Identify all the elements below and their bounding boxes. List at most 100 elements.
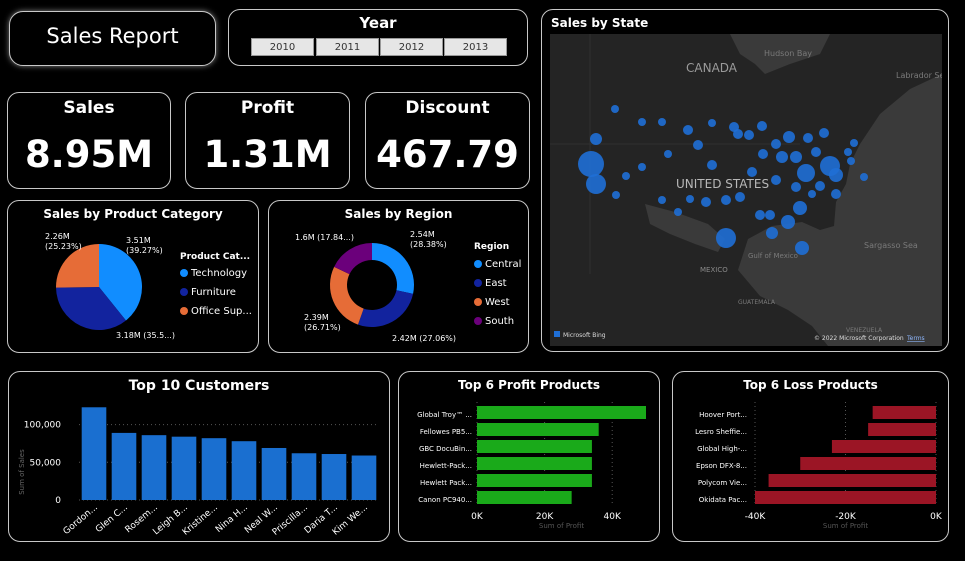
product-bar[interactable] bbox=[477, 423, 599, 436]
state-bubble[interactable] bbox=[721, 195, 731, 205]
state-bubble[interactable] bbox=[847, 157, 855, 165]
product-bar[interactable] bbox=[872, 406, 936, 419]
customer-bar[interactable] bbox=[231, 441, 257, 500]
legend-west[interactable]: West bbox=[474, 297, 510, 308]
state-bubble[interactable] bbox=[744, 130, 754, 140]
state-bubble[interactable] bbox=[811, 147, 821, 157]
product-bar[interactable] bbox=[768, 474, 936, 487]
loss-products-title: Top 6 Loss Products bbox=[743, 378, 878, 392]
product-bar[interactable] bbox=[477, 457, 592, 470]
state-bubble[interactable] bbox=[707, 160, 717, 170]
state-bubble[interactable] bbox=[674, 208, 682, 216]
state-bubble[interactable] bbox=[781, 215, 795, 229]
state-bubble[interactable] bbox=[638, 118, 646, 126]
state-bubble[interactable] bbox=[815, 181, 825, 191]
donut-slice-1[interactable] bbox=[357, 290, 414, 327]
state-bubble[interactable] bbox=[808, 190, 816, 198]
state-bubble[interactable] bbox=[793, 201, 807, 215]
legend-south[interactable]: South bbox=[474, 316, 514, 327]
customer-bar[interactable] bbox=[201, 438, 227, 500]
x-tick-label: 40K bbox=[604, 512, 622, 522]
legend-central[interactable]: Central bbox=[474, 259, 521, 270]
profit-products-chart[interactable]: 0K 20K 40K Global Troy™ ... Fellowes PB5... G… bbox=[399, 394, 659, 540]
state-bubble[interactable] bbox=[795, 241, 809, 255]
state-bubble[interactable] bbox=[771, 139, 781, 149]
state-bubble[interactable] bbox=[765, 210, 775, 220]
legend-east[interactable]: East bbox=[474, 278, 507, 289]
product-bar[interactable] bbox=[831, 440, 936, 453]
state-bubble[interactable] bbox=[803, 133, 813, 143]
legend-office[interactable]: Office Sup... bbox=[180, 306, 252, 317]
state-bubble[interactable] bbox=[693, 140, 703, 150]
state-bubble[interactable] bbox=[658, 196, 666, 204]
legend-furniture[interactable]: Furniture bbox=[180, 287, 236, 298]
state-bubble[interactable] bbox=[733, 129, 743, 139]
x-tick-label: -20K bbox=[835, 512, 857, 522]
year-option-2013[interactable]: 2013 bbox=[444, 38, 507, 56]
state-map[interactable]: CANADA Hudson Bay Labrador Se UNITED STA… bbox=[550, 34, 942, 346]
state-bubble[interactable] bbox=[612, 191, 620, 199]
state-bubble[interactable] bbox=[757, 121, 767, 131]
product-bar[interactable] bbox=[755, 491, 936, 504]
legend-technology[interactable]: Technology bbox=[180, 268, 247, 279]
state-bubble[interactable] bbox=[658, 118, 666, 126]
customer-bar[interactable] bbox=[291, 453, 317, 500]
state-bubble[interactable] bbox=[578, 151, 604, 177]
state-bubble[interactable] bbox=[797, 164, 815, 182]
customer-bar[interactable] bbox=[351, 455, 377, 500]
state-bubble[interactable] bbox=[819, 128, 829, 138]
state-bubble[interactable] bbox=[586, 174, 606, 194]
state-bubble[interactable] bbox=[860, 173, 868, 181]
state-bubble[interactable] bbox=[622, 172, 630, 180]
donut-slice-3[interactable] bbox=[334, 243, 372, 275]
y-tick-label: Okidata Pac... bbox=[699, 496, 747, 504]
product-bar[interactable] bbox=[477, 406, 646, 419]
region-donut[interactable]: 2.54M(28.38%) 2.42M (27.06%) 2.39M(26.71%)… bbox=[269, 223, 473, 349]
customer-bar[interactable] bbox=[171, 436, 197, 500]
customers-bar-chart[interactable]: 050,000100,000Gordon...Glen C...Rosem...… bbox=[9, 398, 389, 540]
product-bar[interactable] bbox=[477, 491, 572, 504]
customer-bar[interactable] bbox=[321, 454, 347, 500]
state-bubble[interactable] bbox=[735, 192, 745, 202]
product-bar[interactable] bbox=[477, 440, 592, 453]
year-option-2011[interactable]: 2011 bbox=[316, 38, 379, 56]
state-bubble[interactable] bbox=[844, 148, 852, 156]
product-bar[interactable] bbox=[868, 423, 936, 436]
state-bubble[interactable] bbox=[664, 150, 672, 158]
y-tick-label: Hoover Port... bbox=[699, 411, 747, 419]
state-bubble[interactable] bbox=[791, 182, 801, 192]
state-bubble[interactable] bbox=[611, 105, 619, 113]
product-bar[interactable] bbox=[477, 474, 592, 487]
state-bubble[interactable] bbox=[829, 168, 843, 182]
state-bubble[interactable] bbox=[747, 167, 757, 177]
state-bubble[interactable] bbox=[590, 133, 602, 145]
state-bubble[interactable] bbox=[783, 131, 795, 143]
customer-bar[interactable] bbox=[81, 407, 107, 500]
state-bubble[interactable] bbox=[755, 210, 765, 220]
customer-bar[interactable] bbox=[111, 432, 137, 500]
state-bubble[interactable] bbox=[850, 139, 858, 147]
customer-bar[interactable] bbox=[141, 435, 167, 500]
donut-slice-0[interactable] bbox=[372, 243, 414, 294]
customer-bar[interactable] bbox=[261, 447, 287, 500]
state-bubble[interactable] bbox=[771, 175, 781, 185]
category-pie[interactable]: 3.51M(39.27%) 3.18M (35.5...) 2.26M(25.23%… bbox=[8, 223, 180, 349]
state-bubble[interactable] bbox=[638, 163, 646, 171]
year-option-2010[interactable]: 2010 bbox=[251, 38, 314, 56]
state-bubble[interactable] bbox=[701, 197, 711, 207]
year-option-2012[interactable]: 2012 bbox=[380, 38, 443, 56]
state-bubble[interactable] bbox=[683, 125, 693, 135]
state-bubble[interactable] bbox=[716, 228, 736, 248]
donut-slice-2[interactable] bbox=[330, 266, 364, 325]
loss-products-chart[interactable]: -40K -20K 0K Hoover Port... Lesro Sheffie...… bbox=[673, 394, 948, 540]
state-bubble[interactable] bbox=[766, 227, 778, 239]
state-bubble[interactable] bbox=[831, 189, 841, 199]
product-bar[interactable] bbox=[800, 457, 936, 470]
state-bubble[interactable] bbox=[790, 151, 802, 163]
state-bubble[interactable] bbox=[776, 151, 788, 163]
state-bubble[interactable] bbox=[708, 119, 716, 127]
state-bubble[interactable] bbox=[686, 195, 694, 203]
map-terms-link[interactable]: Terms bbox=[906, 335, 925, 342]
x-axis-label: Sum of Profit bbox=[823, 522, 868, 530]
state-bubble[interactable] bbox=[758, 149, 768, 159]
